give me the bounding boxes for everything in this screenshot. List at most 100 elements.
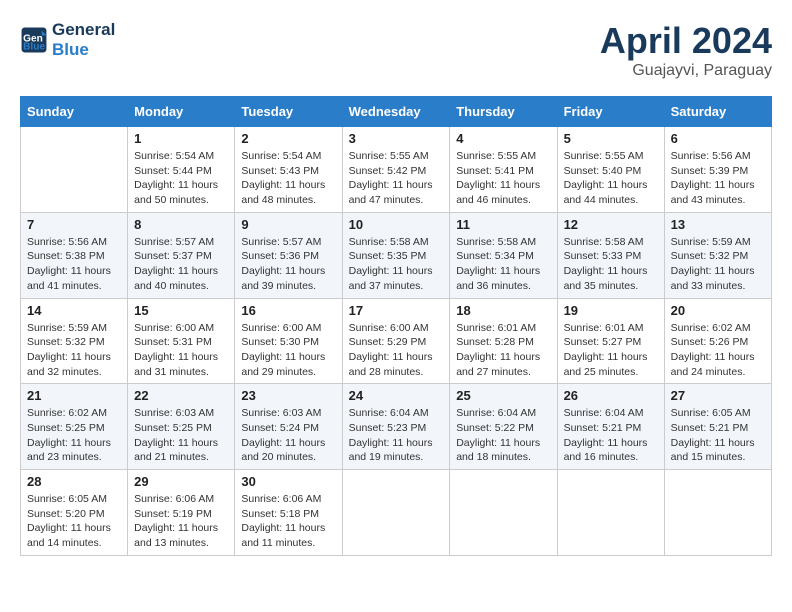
day-number: 4 xyxy=(456,131,550,146)
day-number: 3 xyxy=(349,131,444,146)
day-number: 23 xyxy=(241,388,335,403)
day-number: 30 xyxy=(241,474,335,489)
day-info: Sunrise: 6:02 AMSunset: 5:25 PMDaylight:… xyxy=(27,406,121,465)
weekday-header-wednesday: Wednesday xyxy=(342,97,450,127)
day-info: Sunrise: 6:06 AMSunset: 5:18 PMDaylight:… xyxy=(241,492,335,551)
day-info: Sunrise: 6:00 AMSunset: 5:29 PMDaylight:… xyxy=(349,321,444,380)
day-info: Sunrise: 6:00 AMSunset: 5:30 PMDaylight:… xyxy=(241,321,335,380)
day-number: 8 xyxy=(134,217,228,232)
calendar-cell: 9 Sunrise: 5:57 AMSunset: 5:36 PMDaylight… xyxy=(235,212,342,298)
day-info: Sunrise: 6:03 AMSunset: 5:24 PMDaylight:… xyxy=(241,406,335,465)
calendar-cell: 28Sunrise: 6:05 AMSunset: 5:20 PMDayligh… xyxy=(21,470,128,556)
day-info: Sunrise: 6:04 AMSunset: 5:21 PMDaylight:… xyxy=(564,406,658,465)
day-info: Sunrise: 5:59 AMSunset: 5:32 PMDaylight:… xyxy=(27,321,121,380)
calendar-cell: 10 Sunrise: 5:58 AMSunset: 5:35 PMDayligh… xyxy=(342,212,450,298)
week-row-5: 28Sunrise: 6:05 AMSunset: 5:20 PMDayligh… xyxy=(21,470,772,556)
day-number: 16 xyxy=(241,303,335,318)
day-number: 18 xyxy=(456,303,550,318)
day-number: 7 xyxy=(27,217,121,232)
day-info: Sunrise: 5:54 AMSunset: 5:44 PMDaylight:… xyxy=(134,149,228,208)
day-info: Sunrise: 6:04 AMSunset: 5:22 PMDaylight:… xyxy=(456,406,550,465)
weekday-header-sunday: Sunday xyxy=(21,97,128,127)
day-number: 20 xyxy=(671,303,765,318)
calendar-cell: 1 Sunrise: 5:54 AMSunset: 5:44 PMDaylight… xyxy=(128,127,235,213)
day-info: Sunrise: 6:05 AMSunset: 5:21 PMDaylight:… xyxy=(671,406,765,465)
day-info: Sunrise: 6:00 AMSunset: 5:31 PMDaylight:… xyxy=(134,321,228,380)
day-info: Sunrise: 5:55 AMSunset: 5:42 PMDaylight:… xyxy=(349,149,444,208)
calendar-cell: 18 Sunrise: 6:01 AMSunset: 5:28 PMDayligh… xyxy=(450,298,557,384)
calendar-cell: 23 Sunrise: 6:03 AMSunset: 5:24 PMDayligh… xyxy=(235,384,342,470)
weekday-header-friday: Friday xyxy=(557,97,664,127)
week-row-2: 7 Sunrise: 5:56 AMSunset: 5:38 PMDaylight… xyxy=(21,212,772,298)
calendar-cell xyxy=(557,470,664,556)
day-info: Sunrise: 6:03 AMSunset: 5:25 PMDaylight:… xyxy=(134,406,228,465)
day-info: Sunrise: 5:55 AMSunset: 5:40 PMDaylight:… xyxy=(564,149,658,208)
day-info: Sunrise: 6:02 AMSunset: 5:26 PMDaylight:… xyxy=(671,321,765,380)
weekday-header-row: SundayMondayTuesdayWednesdayThursdayFrid… xyxy=(21,97,772,127)
calendar-table: SundayMondayTuesdayWednesdayThursdayFrid… xyxy=(20,96,772,556)
calendar-cell: 6 Sunrise: 5:56 AMSunset: 5:39 PMDaylight… xyxy=(664,127,771,213)
day-info: Sunrise: 5:58 AMSunset: 5:35 PMDaylight:… xyxy=(349,235,444,294)
calendar-cell: 30 Sunrise: 6:06 AMSunset: 5:18 PMDayligh… xyxy=(235,470,342,556)
calendar-cell: 2 Sunrise: 5:54 AMSunset: 5:43 PMDaylight… xyxy=(235,127,342,213)
logo: Gen Blue General Blue xyxy=(20,20,115,59)
calendar-cell xyxy=(21,127,128,213)
day-info: Sunrise: 5:58 AMSunset: 5:34 PMDaylight:… xyxy=(456,235,550,294)
day-info: Sunrise: 5:56 AMSunset: 5:38 PMDaylight:… xyxy=(27,235,121,294)
svg-text:Blue: Blue xyxy=(23,41,45,52)
day-number: 26 xyxy=(564,388,658,403)
day-info: Sunrise: 5:57 AMSunset: 5:37 PMDaylight:… xyxy=(134,235,228,294)
day-info: Sunrise: 5:55 AMSunset: 5:41 PMDaylight:… xyxy=(456,149,550,208)
day-number: 13 xyxy=(671,217,765,232)
day-info: Sunrise: 6:06 AMSunset: 5:19 PMDaylight:… xyxy=(134,492,228,551)
calendar-cell: 17 Sunrise: 6:00 AMSunset: 5:29 PMDayligh… xyxy=(342,298,450,384)
calendar-cell: 3 Sunrise: 5:55 AMSunset: 5:42 PMDaylight… xyxy=(342,127,450,213)
calendar-cell: 26 Sunrise: 6:04 AMSunset: 5:21 PMDayligh… xyxy=(557,384,664,470)
day-number: 11 xyxy=(456,217,550,232)
day-info: Sunrise: 5:56 AMSunset: 5:39 PMDaylight:… xyxy=(671,149,765,208)
day-number: 1 xyxy=(134,131,228,146)
day-number: 17 xyxy=(349,303,444,318)
calendar-cell: 27 Sunrise: 6:05 AMSunset: 5:21 PMDayligh… xyxy=(664,384,771,470)
day-number: 2 xyxy=(241,131,335,146)
day-number: 12 xyxy=(564,217,658,232)
weekday-header-thursday: Thursday xyxy=(450,97,557,127)
calendar-cell: 15 Sunrise: 6:00 AMSunset: 5:31 PMDayligh… xyxy=(128,298,235,384)
calendar-cell: 21Sunrise: 6:02 AMSunset: 5:25 PMDayligh… xyxy=(21,384,128,470)
day-number: 6 xyxy=(671,131,765,146)
day-info: Sunrise: 6:05 AMSunset: 5:20 PMDaylight:… xyxy=(27,492,121,551)
calendar-cell: 19Sunrise: 6:01 AMSunset: 5:27 PMDayligh… xyxy=(557,298,664,384)
logo-text-line1: General xyxy=(52,20,115,40)
day-number: 24 xyxy=(349,388,444,403)
page-header: Gen Blue General Blue April 2024 Guajayv… xyxy=(20,20,772,80)
day-number: 29 xyxy=(134,474,228,489)
calendar-cell: 14Sunrise: 5:59 AMSunset: 5:32 PMDayligh… xyxy=(21,298,128,384)
day-info: Sunrise: 5:57 AMSunset: 5:36 PMDaylight:… xyxy=(241,235,335,294)
weekday-header-tuesday: Tuesday xyxy=(235,97,342,127)
calendar-cell: 11 Sunrise: 5:58 AMSunset: 5:34 PMDayligh… xyxy=(450,212,557,298)
day-number: 19 xyxy=(564,303,658,318)
week-row-1: 1 Sunrise: 5:54 AMSunset: 5:44 PMDaylight… xyxy=(21,127,772,213)
calendar-cell: 25Sunrise: 6:04 AMSunset: 5:22 PMDayligh… xyxy=(450,384,557,470)
calendar-cell xyxy=(664,470,771,556)
day-number: 15 xyxy=(134,303,228,318)
calendar-cell: 5Sunrise: 5:55 AMSunset: 5:40 PMDaylight… xyxy=(557,127,664,213)
day-info: Sunrise: 5:54 AMSunset: 5:43 PMDaylight:… xyxy=(241,149,335,208)
day-info: Sunrise: 6:01 AMSunset: 5:28 PMDaylight:… xyxy=(456,321,550,380)
day-number: 10 xyxy=(349,217,444,232)
calendar-cell: 4 Sunrise: 5:55 AMSunset: 5:41 PMDaylight… xyxy=(450,127,557,213)
day-number: 9 xyxy=(241,217,335,232)
day-info: Sunrise: 6:04 AMSunset: 5:23 PMDaylight:… xyxy=(349,406,444,465)
calendar-cell: 22Sunrise: 6:03 AMSunset: 5:25 PMDayligh… xyxy=(128,384,235,470)
calendar-cell: 20 Sunrise: 6:02 AMSunset: 5:26 PMDayligh… xyxy=(664,298,771,384)
day-number: 27 xyxy=(671,388,765,403)
logo-text-line2: Blue xyxy=(52,40,115,60)
calendar-cell: 16 Sunrise: 6:00 AMSunset: 5:30 PMDayligh… xyxy=(235,298,342,384)
calendar-cell: 24 Sunrise: 6:04 AMSunset: 5:23 PMDayligh… xyxy=(342,384,450,470)
day-info: Sunrise: 5:59 AMSunset: 5:32 PMDaylight:… xyxy=(671,235,765,294)
month-title: April 2024 xyxy=(600,20,772,62)
calendar-cell: 7 Sunrise: 5:56 AMSunset: 5:38 PMDaylight… xyxy=(21,212,128,298)
calendar-cell xyxy=(342,470,450,556)
week-row-3: 14Sunrise: 5:59 AMSunset: 5:32 PMDayligh… xyxy=(21,298,772,384)
calendar-cell: 8 Sunrise: 5:57 AMSunset: 5:37 PMDaylight… xyxy=(128,212,235,298)
